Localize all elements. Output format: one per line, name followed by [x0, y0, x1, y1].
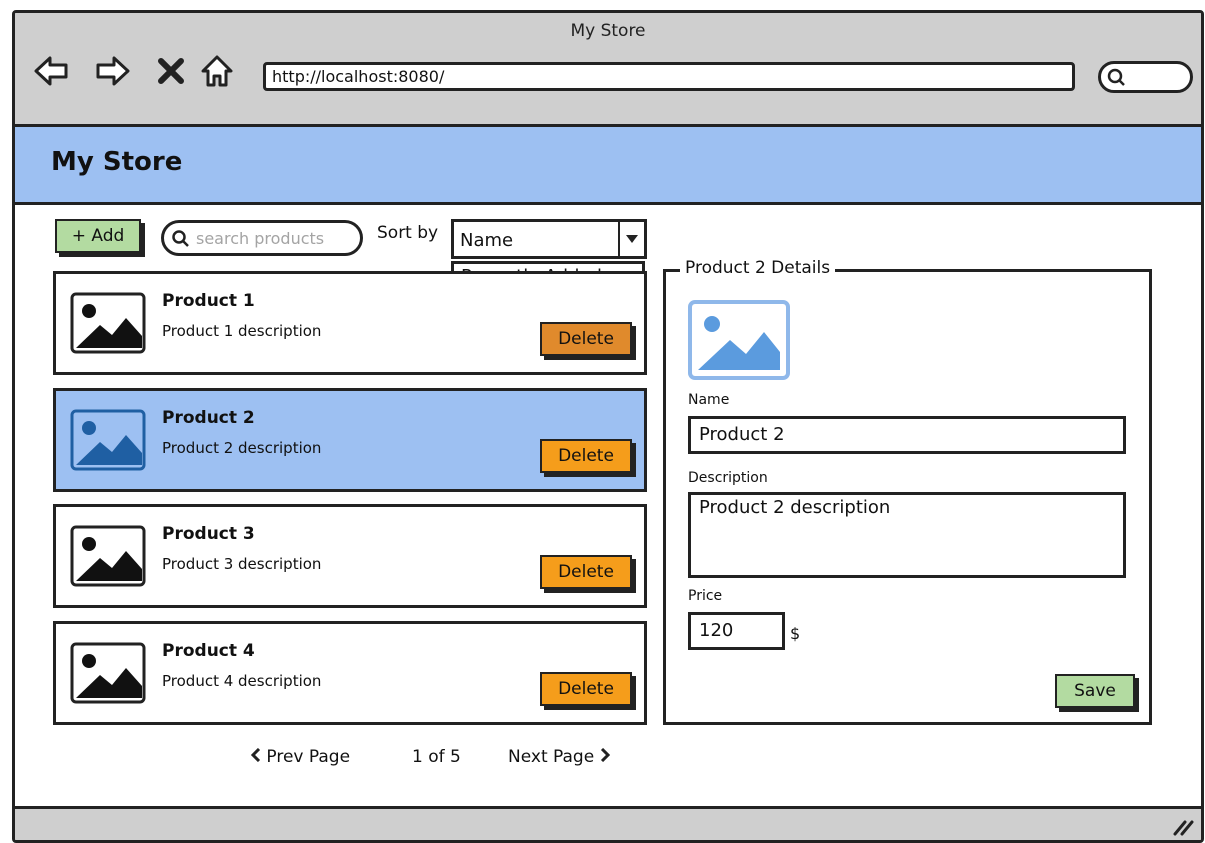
add-button[interactable]: + Add	[55, 219, 141, 253]
delete-button[interactable]: Delete	[540, 672, 632, 706]
home-icon[interactable]	[199, 53, 235, 89]
details-legend: Product 2 Details	[680, 258, 836, 278]
image-icon	[70, 642, 146, 704]
sort-label: Sort by	[377, 223, 439, 243]
product-description: Product 1 description	[162, 322, 322, 340]
back-arrow-icon[interactable]	[33, 53, 69, 89]
next-page-label: Next Page	[508, 747, 595, 767]
product-name: Product 3	[162, 524, 255, 544]
page-info: 1 of 5	[412, 747, 461, 767]
chevron-left-icon	[250, 747, 261, 763]
name-label: Name	[688, 392, 730, 408]
url-bar[interactable]: http://localhost:8080/	[263, 62, 1075, 91]
dropdown-arrow-icon[interactable]	[618, 222, 644, 256]
browser-chrome: My Store http://localhost:8080/	[15, 13, 1201, 127]
search-box[interactable]	[161, 220, 363, 256]
stop-icon[interactable]	[153, 53, 189, 89]
product-name: Product 1	[162, 291, 255, 311]
product-description: Product 2 description	[162, 439, 322, 457]
prev-page-link[interactable]: Prev Page	[250, 747, 351, 767]
description-label: Description	[688, 470, 768, 486]
forward-arrow-icon[interactable]	[95, 53, 131, 89]
price-currency: $	[790, 624, 801, 643]
product-card[interactable]: Product 1 Product 1 description Delete	[53, 271, 647, 375]
browser-title: My Store	[570, 21, 646, 41]
price-field[interactable]: 120	[688, 612, 785, 650]
product-card[interactable]: Product 4 Product 4 description Delete	[53, 621, 647, 725]
next-page-link[interactable]: Next Page	[508, 747, 610, 767]
sort-select[interactable]: Name	[451, 219, 647, 259]
search-icon	[172, 230, 189, 247]
product-card-selected[interactable]: Product 2 Product 2 description Delete	[53, 388, 647, 492]
browser-window: My Store http://localhost:8080/ My Store…	[12, 10, 1204, 843]
name-field[interactable]: Product 2	[688, 416, 1126, 454]
search-icon	[1107, 68, 1125, 86]
sort-selected-value: Name	[460, 230, 514, 251]
chevron-right-icon	[600, 747, 610, 763]
price-label: Price	[688, 588, 723, 604]
description-field[interactable]: Product 2 description	[688, 492, 1126, 578]
product-name: Product 4	[162, 641, 255, 661]
product-card[interactable]: Product 3 Product 3 description Delete	[53, 504, 647, 608]
browser-search-field[interactable]	[1098, 61, 1193, 93]
image-icon	[70, 292, 146, 354]
app-header: My Store	[15, 127, 1201, 205]
status-bar	[15, 806, 1201, 840]
image-icon	[688, 300, 790, 380]
image-icon	[70, 409, 146, 471]
delete-button[interactable]: Delete	[540, 439, 632, 473]
delete-button[interactable]: Delete	[540, 322, 632, 356]
product-description: Product 4 description	[162, 672, 322, 690]
product-description: Product 3 description	[162, 555, 322, 573]
product-details-panel: Product 2 Details Name Product 2 Descrip…	[663, 258, 1152, 725]
delete-button[interactable]: Delete	[540, 555, 632, 589]
resize-grip-icon[interactable]	[1171, 814, 1195, 836]
image-icon	[70, 525, 146, 587]
app-title: My Store	[51, 147, 183, 177]
prev-page-label: Prev Page	[266, 747, 351, 767]
product-name: Product 2	[162, 408, 255, 428]
save-button[interactable]: Save	[1055, 674, 1135, 708]
search-input[interactable]	[194, 226, 358, 250]
